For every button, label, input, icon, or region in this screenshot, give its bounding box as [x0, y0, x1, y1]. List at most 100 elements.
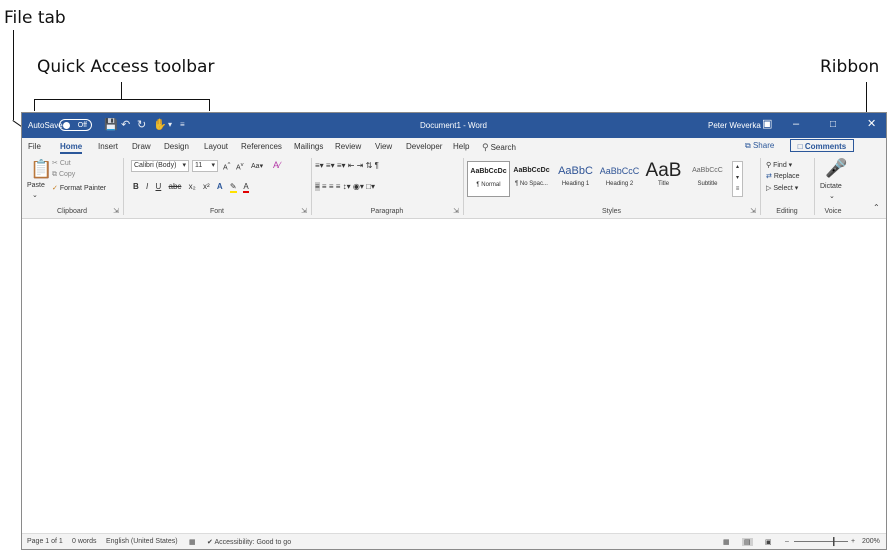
undo-icon[interactable]: ↶ — [121, 119, 130, 131]
tab-draw[interactable]: Draw — [132, 142, 151, 151]
zoom-slider-thumb[interactable]: ❙ — [830, 536, 838, 547]
autosave-toggle[interactable]: Off — [59, 119, 92, 131]
dictate-button[interactable]: Dictate — [820, 183, 842, 190]
tab-file[interactable]: File — [28, 142, 41, 151]
close-icon[interactable]: ✕ — [867, 118, 876, 131]
zoom-level[interactable]: 200% — [862, 538, 880, 545]
paste-dropdown-icon[interactable]: ⌄ — [32, 191, 38, 199]
print-layout-icon[interactable]: ▤ — [742, 538, 753, 546]
accessibility-icon: ✔ — [207, 539, 213, 546]
style-heading-2[interactable]: AaBbCcC Heading 2 — [599, 161, 640, 195]
redo-icon[interactable]: ↻ — [137, 119, 146, 131]
collapse-ribbon-icon[interactable]: ⌃ — [873, 203, 880, 212]
font-color-icon[interactable]: A — [243, 182, 249, 193]
macro-recording-icon[interactable]: ▦ — [189, 538, 196, 546]
customize-qat-icon[interactable]: ≡ — [180, 119, 185, 131]
copy-button[interactable]: ⧉ Copy — [52, 171, 75, 179]
align-right-icon[interactable]: ≡ — [329, 182, 334, 191]
justify-icon[interactable]: ≡ — [336, 182, 341, 191]
voice-group: 🎤 Dictate ⌄ Voice — [815, 155, 851, 218]
document-area[interactable] — [22, 219, 886, 534]
decrease-indent-icon[interactable]: ⇤ — [348, 161, 355, 170]
share-button[interactable]: ⧉ Share — [745, 141, 774, 151]
tab-design[interactable]: Design — [164, 142, 189, 151]
text-effects-icon[interactable]: A — [217, 182, 223, 191]
tab-mailings[interactable]: Mailings — [294, 142, 323, 151]
maximize-icon[interactable]: □ — [830, 118, 836, 131]
tab-review[interactable]: Review — [335, 142, 361, 151]
style-sample: AaBbCcDc — [470, 168, 507, 175]
search-box[interactable]: ⚲ Search — [482, 142, 516, 153]
tab-insert[interactable]: Insert — [98, 142, 118, 151]
subscript-button[interactable]: x₂ — [189, 182, 196, 191]
borders-icon[interactable]: □▾ — [366, 182, 375, 191]
save-icon[interactable]: 💾 — [104, 119, 118, 131]
tab-references[interactable]: References — [241, 142, 282, 151]
superscript-button[interactable]: x² — [203, 182, 210, 191]
page-count[interactable]: Page 1 of 1 — [27, 538, 63, 545]
clear-formatting-icon[interactable]: A∕ — [273, 160, 281, 170]
style-name: ¶ No Spac... — [515, 181, 548, 187]
multilevel-list-icon[interactable]: ≡▾ — [337, 161, 346, 170]
tab-help[interactable]: Help — [453, 142, 469, 151]
find-button[interactable]: ⚲ Find ▾ — [766, 161, 792, 169]
font-name-box[interactable]: Calibri (Body) ▾ — [131, 160, 189, 172]
align-center-icon[interactable]: ≡ — [322, 182, 327, 191]
tab-view[interactable]: View — [375, 142, 392, 151]
style-subtitle[interactable]: AaBbCcC Subtitle — [687, 161, 728, 195]
line-spacing-icon[interactable]: ↕▾ — [343, 182, 351, 191]
sort-icon[interactable]: ⇅ — [366, 161, 373, 170]
web-layout-icon[interactable]: ▣ — [765, 538, 772, 546]
clipboard-launcher-icon[interactable]: ⇲ — [113, 207, 119, 215]
style-normal[interactable]: AaBbCcDc ¶ Normal — [467, 161, 510, 197]
underline-button[interactable]: U — [155, 182, 161, 191]
font-launcher-icon[interactable]: ⇲ — [301, 207, 307, 215]
zoom-out-button[interactable]: – — [785, 538, 789, 545]
cut-button[interactable]: ✂ Cut — [52, 159, 71, 167]
word-count[interactable]: 0 words — [72, 538, 97, 545]
style-title[interactable]: AaB Title — [643, 161, 684, 195]
format-painter-button[interactable]: ✓ Format Painter — [52, 184, 106, 192]
tab-developer[interactable]: Developer — [406, 142, 442, 151]
dropdown-icon[interactable]: ▾ — [168, 119, 172, 131]
paragraph-launcher-icon[interactable]: ⇲ — [453, 207, 459, 215]
style-heading-1[interactable]: AaBbC Heading 1 — [555, 161, 596, 195]
bold-button[interactable]: B — [133, 182, 139, 191]
change-case-button[interactable]: Aa▾ — [251, 162, 263, 170]
microphone-icon[interactable]: 🎤 — [825, 158, 847, 179]
font-size-box[interactable]: 11 ▾ — [192, 160, 218, 172]
align-left-icon[interactable]: ≡ — [315, 182, 320, 191]
chevron-down-icon[interactable]: ⌄ — [829, 192, 835, 200]
styles-launcher-icon[interactable]: ⇲ — [750, 207, 756, 215]
font-format-row: B I U abc x₂ x² A ✎ A — [133, 182, 254, 193]
more-icon: ≡ — [735, 186, 740, 192]
strikethrough-button[interactable]: abc — [169, 182, 182, 191]
numbering-icon[interactable]: ≡▾ — [326, 161, 335, 170]
ribbon-display-icon[interactable]: ▣ — [762, 118, 772, 131]
grow-font-button[interactable]: A^ — [223, 162, 230, 171]
tab-layout[interactable]: Layout — [204, 142, 228, 151]
comments-button[interactable]: □ Comments — [790, 139, 854, 152]
accessibility-status[interactable]: ✔ Accessibility: Good to go — [207, 538, 291, 546]
minimize-icon[interactable]: – — [793, 118, 799, 131]
shading-icon[interactable]: ◉▾ — [353, 182, 364, 191]
replace-button[interactable]: ⇄ Replace — [766, 172, 800, 180]
styles-gallery-scroll[interactable]: ▴ ▾ ≡ — [732, 161, 743, 197]
tab-home[interactable]: Home — [60, 142, 83, 154]
select-button[interactable]: ▷ Select ▾ — [766, 184, 798, 192]
paste-button[interactable]: Paste — [27, 182, 45, 189]
zoom-slider[interactable] — [794, 541, 848, 542]
shrink-font-button[interactable]: Av — [236, 162, 244, 171]
italic-button[interactable]: I — [146, 182, 148, 191]
bullets-icon[interactable]: ≡▾ — [315, 161, 324, 170]
user-name[interactable]: Peter Weverka — [708, 121, 761, 130]
highlight-icon[interactable]: ✎ — [229, 182, 237, 193]
touch-mode-icon[interactable]: ✋ — [153, 119, 167, 131]
zoom-in-button[interactable]: + — [851, 538, 855, 545]
language-status[interactable]: English (United States) — [106, 538, 178, 545]
pilcrow-icon[interactable]: ¶ — [375, 161, 379, 170]
paste-icon[interactable]: 📋 — [30, 159, 52, 180]
read-mode-icon[interactable]: ▦ — [723, 538, 730, 546]
increase-indent-icon[interactable]: ⇥ — [357, 161, 364, 170]
style-no-spacing[interactable]: AaBbCcDc ¶ No Spac... — [511, 161, 552, 195]
